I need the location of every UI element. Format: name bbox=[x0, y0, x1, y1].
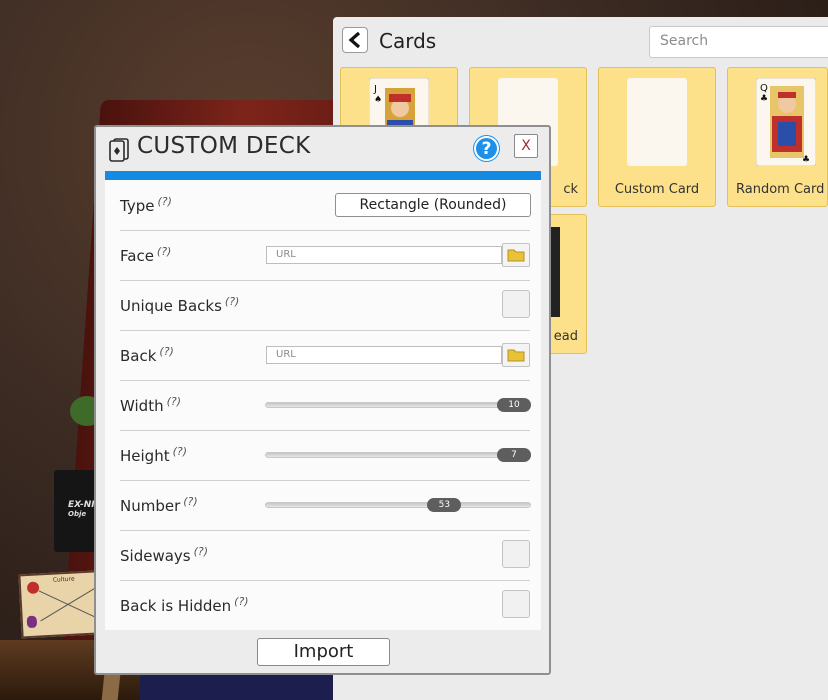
board-label: Culture bbox=[52, 575, 75, 584]
sideways-help-hint[interactable]: (?) bbox=[194, 545, 208, 558]
back-is-hidden-row: Back is Hidden (?) bbox=[120, 580, 530, 630]
face-url-input[interactable]: URL bbox=[266, 246, 502, 264]
slider-track bbox=[265, 502, 531, 508]
sideways-row: Sideways (?) bbox=[120, 530, 530, 581]
face-label: Face bbox=[120, 247, 154, 265]
back-button[interactable] bbox=[342, 27, 368, 53]
back-url-input[interactable]: URL bbox=[266, 346, 502, 364]
face-browse-button[interactable] bbox=[502, 243, 530, 267]
number-help-hint[interactable]: (?) bbox=[183, 495, 197, 508]
svg-text:♣: ♣ bbox=[802, 155, 810, 165]
type-row: Type (?) Rectangle (Rounded) bbox=[120, 180, 531, 231]
cards-title: Cards bbox=[379, 29, 437, 53]
board-line bbox=[40, 587, 96, 622]
type-label-wrap: Type (?) bbox=[120, 195, 172, 215]
face-help-hint[interactable]: (?) bbox=[157, 245, 171, 258]
slider-handle[interactable]: 7 bbox=[497, 448, 531, 462]
unique-backs-help-hint[interactable]: (?) bbox=[225, 295, 239, 308]
width-help-hint[interactable]: (?) bbox=[167, 395, 181, 408]
number-slider[interactable]: 53 bbox=[265, 498, 531, 512]
close-button[interactable]: X bbox=[514, 134, 538, 158]
folder-icon bbox=[507, 349, 525, 362]
folder-icon bbox=[507, 249, 525, 262]
search-input[interactable]: Search bbox=[649, 26, 828, 58]
import-button[interactable]: Import bbox=[257, 638, 390, 666]
sideways-label-wrap: Sideways (?) bbox=[120, 545, 208, 565]
unique-backs-label-wrap: Unique Backs (?) bbox=[120, 295, 239, 315]
svg-text:♣: ♣ bbox=[760, 94, 768, 104]
card-tile-label: Custom Card bbox=[614, 182, 700, 197]
sideways-label: Sideways bbox=[120, 547, 191, 565]
width-row: Width (?) 10 bbox=[120, 380, 531, 431]
back-is-hidden-help-hint[interactable]: (?) bbox=[234, 595, 248, 608]
svg-text:J: J bbox=[373, 84, 377, 95]
red-marker bbox=[26, 581, 40, 595]
height-help-hint[interactable]: (?) bbox=[173, 445, 187, 458]
svg-text:♠: ♠ bbox=[374, 95, 382, 105]
face-label-wrap: Face (?) bbox=[120, 245, 171, 265]
purple-marker bbox=[26, 615, 38, 629]
slider-handle[interactable]: 10 bbox=[497, 398, 531, 412]
back-is-hidden-label: Back is Hidden bbox=[120, 597, 232, 615]
svg-text:Q: Q bbox=[760, 83, 768, 94]
height-slider[interactable]: 7 bbox=[265, 448, 531, 462]
help-button[interactable]: ? bbox=[474, 136, 499, 161]
width-slider[interactable]: 10 bbox=[265, 398, 531, 412]
back-browse-button[interactable] bbox=[502, 343, 530, 367]
cards-header: Cards Search bbox=[333, 17, 828, 67]
height-label-wrap: Height (?) bbox=[120, 445, 187, 465]
unique-backs-row: Unique Backs (?) bbox=[120, 280, 530, 331]
back-help-hint[interactable]: (?) bbox=[159, 345, 173, 358]
object-thumb bbox=[550, 227, 560, 317]
dialog-accent-bar bbox=[105, 171, 541, 180]
height-row: Height (?) 7 bbox=[120, 430, 531, 481]
number-label-wrap: Number (?) bbox=[120, 495, 198, 515]
back-label-wrap: Back (?) bbox=[120, 345, 174, 365]
width-label: Width bbox=[120, 397, 164, 415]
card-tile-random-card[interactable]: Q ♣ ♣ Random Card bbox=[727, 67, 828, 207]
card-tile-label: Random Card bbox=[736, 182, 825, 197]
back-is-hidden-checkbox[interactable] bbox=[502, 590, 530, 618]
back-label: Back bbox=[120, 347, 157, 365]
deck-icon bbox=[109, 138, 129, 162]
back-row: Back (?) URL bbox=[120, 330, 530, 381]
custom-card-image bbox=[627, 78, 687, 166]
type-help-hint[interactable]: (?) bbox=[157, 195, 171, 208]
chevron-left-icon bbox=[348, 32, 361, 48]
slider-track bbox=[265, 402, 531, 408]
face-row: Face (?) URL bbox=[120, 230, 530, 281]
type-select[interactable]: Rectangle (Rounded) bbox=[335, 193, 531, 217]
slider-handle[interactable]: 53 bbox=[427, 498, 462, 512]
width-label-wrap: Width (?) bbox=[120, 395, 181, 415]
card-tile-custom-card[interactable]: Custom Card bbox=[598, 67, 716, 207]
number-row: Number (?) 53 bbox=[120, 480, 531, 531]
dialog-title: CUSTOM DECK bbox=[137, 133, 311, 159]
slider-track bbox=[265, 452, 531, 458]
height-label: Height bbox=[120, 447, 170, 465]
back-is-hidden-label-wrap: Back is Hidden (?) bbox=[120, 595, 249, 615]
number-label: Number bbox=[120, 497, 181, 515]
queen-card-image: Q ♣ ♣ bbox=[755, 77, 817, 167]
type-label: Type bbox=[120, 197, 155, 215]
unique-backs-label: Unique Backs bbox=[120, 297, 222, 315]
unique-backs-checkbox[interactable] bbox=[502, 290, 530, 318]
custom-deck-dialog: CUSTOM DECK ? X Type (?) Rectangle (Round… bbox=[94, 125, 551, 675]
dialog-form: Type (?) Rectangle (Rounded) Face (?) URL … bbox=[105, 180, 541, 630]
sideways-checkbox[interactable] bbox=[502, 540, 530, 568]
